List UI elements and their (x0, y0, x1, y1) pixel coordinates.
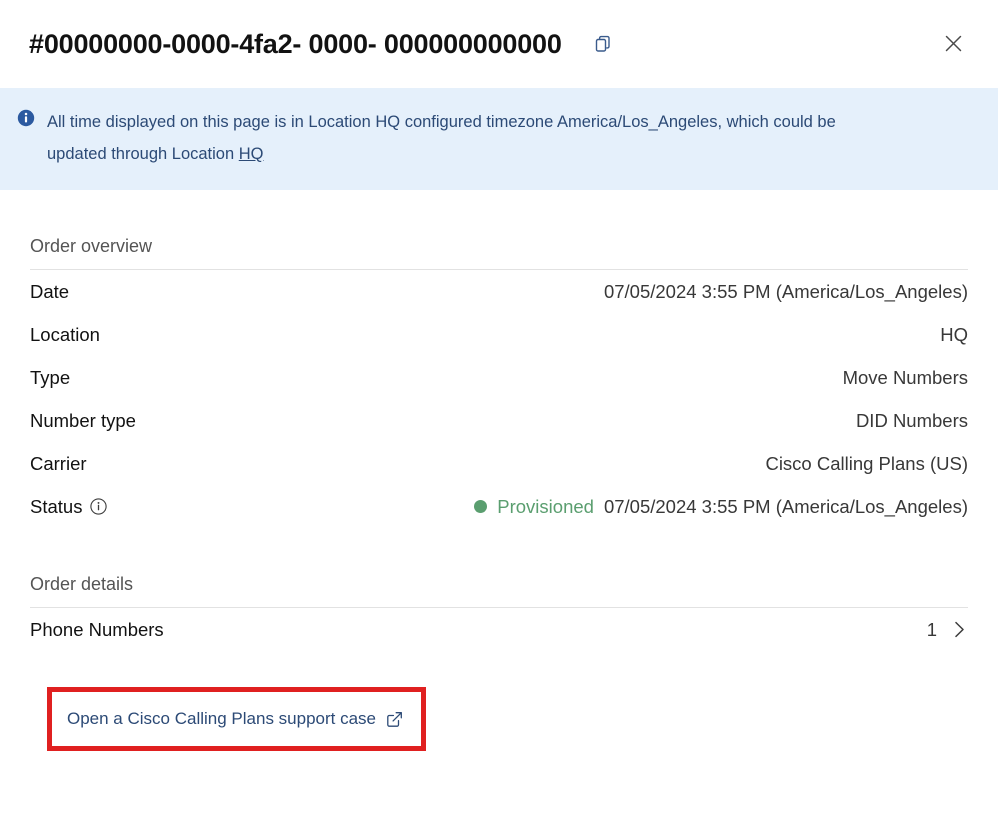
table-row: Number type DID Numbers (30, 399, 968, 442)
status-dot-icon (474, 500, 488, 513)
banner-text: All time displayed on this page is in Lo… (47, 106, 877, 170)
row-value-number-type: DID Numbers (855, 409, 968, 431)
row-label-date: Date (30, 280, 70, 302)
row-label-status: Status (30, 495, 108, 518)
row-right-phone-numbers: 1 (927, 619, 968, 641)
status-label-text: Status (30, 495, 83, 517)
table-row-phone-numbers[interactable]: Phone Numbers 1 (30, 608, 968, 651)
close-icon[interactable] (938, 28, 968, 58)
support-link-highlight: Open a Cisco Calling Plans support case (47, 687, 426, 751)
info-filled-icon (17, 109, 35, 127)
row-label-type: Type (30, 366, 71, 388)
status-state-text: Provisioned (497, 495, 594, 517)
row-value-phone-numbers: 1 (926, 618, 937, 640)
table-row: Date 07/05/2024 3:55 PM (America/Los_Ang… (30, 270, 968, 313)
row-label-number-type: Number type (30, 409, 136, 431)
table-row: Carrier Cisco Calling Plans (US) (30, 442, 968, 485)
copy-icon[interactable] (592, 32, 616, 56)
external-link-icon-glyph (387, 711, 402, 727)
external-link-icon[interactable] (386, 711, 403, 728)
page-title: #00000000-0000-4fa2- 0000- 000000000000 (29, 28, 562, 59)
row-value-date: 07/05/2024 3:55 PM (America/Los_Angeles) (603, 280, 968, 302)
copy-icon-glyph (595, 35, 610, 52)
table-row-status: Status Provisioned 07/05/2024 3:55 PM (A… (30, 485, 968, 528)
info-outline-icon-glyph (90, 498, 108, 515)
row-label-phone-numbers: Phone Numbers (30, 618, 164, 640)
banner-message: All time displayed on this page is in Lo… (47, 113, 836, 163)
banner-location-link[interactable]: HQ (239, 145, 264, 163)
open-support-case-link[interactable]: Open a Cisco Calling Plans support case (67, 709, 376, 729)
row-label-location: Location (30, 323, 100, 345)
info-outline-icon[interactable] (90, 498, 108, 515)
row-value-carrier: Cisco Calling Plans (US) (765, 452, 968, 474)
status-timestamp: 07/05/2024 3:55 PM (America/Los_Angeles) (603, 495, 968, 517)
row-value-location: HQ (940, 323, 968, 345)
row-value-type: Move Numbers (842, 366, 968, 388)
order-content: Order overview Date 07/05/2024 3:55 PM (… (0, 190, 998, 751)
close-icon-glyph (945, 35, 961, 51)
status-badge: Provisioned 07/05/2024 3:55 PM (America/… (474, 496, 968, 518)
chevron-right-icon-glyph (955, 621, 964, 638)
dialog-header: #00000000-0000-4fa2- 0000- 000000000000 (0, 0, 998, 88)
order-overview-heading: Order overview (30, 190, 968, 270)
table-row: Location HQ (30, 313, 968, 356)
chevron-right-icon[interactable] (951, 621, 968, 638)
support-link-region: Open a Cisco Calling Plans support case (30, 687, 968, 751)
row-label-carrier: Carrier (30, 452, 87, 474)
table-row: Type Move Numbers (30, 356, 968, 399)
timezone-info-banner: All time displayed on this page is in Lo… (0, 88, 998, 190)
order-details-heading: Order details (30, 528, 968, 608)
info-filled-icon-glyph (17, 109, 35, 127)
